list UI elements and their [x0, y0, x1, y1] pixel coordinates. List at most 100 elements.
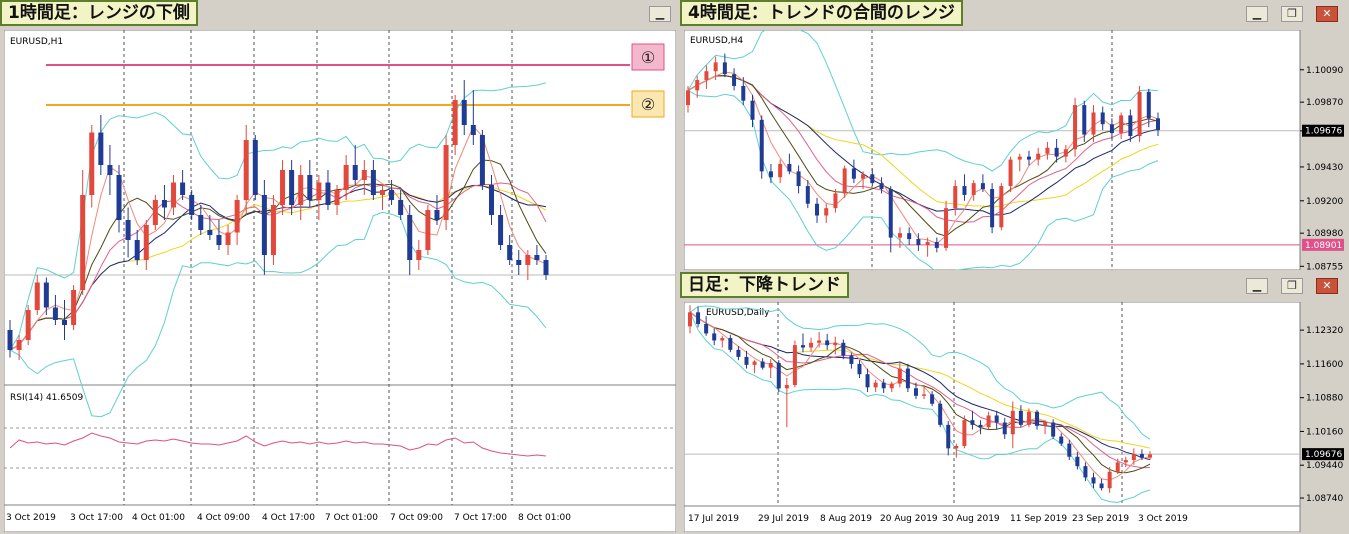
- candle-body: [207, 230, 213, 235]
- candle-body: [1075, 456, 1080, 467]
- h1-chart[interactable]: EURUSD,H1 ① ② RSI(14) 41.6509 3 Oct 2019…: [4, 30, 676, 532]
- candle-body: [252, 140, 258, 195]
- candle-body: [990, 189, 995, 228]
- minimize-button[interactable]: ▁: [1246, 278, 1268, 294]
- candle-body: [488, 185, 494, 215]
- h4-window-title: 4時間足：トレンドの合間のレンジ: [680, 0, 963, 26]
- candle-body: [978, 424, 983, 428]
- minimize-button[interactable]: ▁: [1246, 6, 1268, 22]
- candle-body: [479, 135, 485, 185]
- current-price-label: 1.09676: [1305, 450, 1342, 460]
- restore-button[interactable]: ❐: [1281, 278, 1303, 294]
- candle-body: [1119, 115, 1124, 134]
- close-button[interactable]: ✕: [1316, 278, 1338, 294]
- candle-body: [744, 356, 749, 365]
- candle-body: [954, 445, 959, 449]
- candle-body: [1073, 105, 1078, 150]
- candle-body: [696, 312, 701, 325]
- x-tick-label: 7 Oct 17:00: [454, 513, 507, 523]
- candle-body: [1091, 112, 1096, 135]
- candle-body: [913, 388, 918, 396]
- candle-body: [261, 195, 267, 255]
- x-tick-label: 17 Jul 2019: [688, 514, 739, 524]
- candle-body: [461, 100, 467, 125]
- close-button[interactable]: ✕: [1316, 6, 1338, 22]
- candle-body: [407, 215, 413, 260]
- candle-body: [1036, 153, 1041, 160]
- candle-body: [986, 415, 991, 428]
- candle-body: [720, 338, 725, 341]
- y-tick-label: 1.09200: [1306, 197, 1343, 207]
- candle-body: [343, 165, 349, 190]
- x-tick-label: 3 Oct 2019: [6, 513, 56, 523]
- candle-body: [1054, 147, 1059, 157]
- candle-body: [1131, 453, 1136, 461]
- candle-body: [925, 242, 930, 245]
- candle-body: [379, 190, 385, 195]
- candle-body: [125, 220, 131, 240]
- candle-body: [71, 290, 77, 325]
- candle-body: [1035, 411, 1040, 426]
- h1-window-titlebar[interactable]: 1時間足：レンジの下側 ▁: [0, 0, 677, 26]
- candle-body: [98, 132, 104, 165]
- daily-chart[interactable]: EURUSD,Daily 1.123201.116001.108801.1016…: [684, 302, 1348, 532]
- candle-body: [243, 140, 249, 200]
- candle-body: [352, 165, 358, 180]
- y-tick-label: 1.08755: [1306, 262, 1343, 270]
- candle-body: [873, 382, 878, 388]
- candle-body: [25, 310, 31, 340]
- candle-body: [516, 260, 522, 265]
- daily-window-titlebar[interactable]: 日足：下降トレンド ▁ ❐ ✕: [680, 272, 1349, 298]
- candle-body: [1043, 422, 1048, 426]
- candle-body: [1148, 454, 1152, 458]
- h4-window-titlebar[interactable]: 4時間足：トレンドの合間のレンジ ▁ ❐ ✕: [680, 0, 1349, 26]
- candle-body: [907, 233, 912, 240]
- candle-body: [1045, 147, 1050, 154]
- h1-symbol-label: EURUSD,H1: [10, 37, 63, 47]
- candle-body: [768, 171, 773, 178]
- candle-body: [534, 255, 540, 260]
- candle-body: [980, 183, 985, 190]
- candle-body: [298, 175, 304, 205]
- candle-body: [416, 250, 422, 260]
- candle-body: [686, 90, 690, 106]
- candle-body: [934, 242, 939, 248]
- candle-body: [1107, 471, 1112, 489]
- candle-body: [881, 382, 886, 389]
- candle-body: [1010, 410, 1015, 435]
- candle-body: [361, 170, 367, 180]
- candle-body: [1051, 422, 1056, 437]
- candle-body: [944, 208, 949, 248]
- y-tick-label: 1.12320: [1306, 326, 1343, 336]
- y-tick-label: 1.08980: [1306, 229, 1343, 239]
- candle-body: [1128, 115, 1133, 137]
- y-tick-label: 1.10090: [1306, 66, 1343, 76]
- candle-body: [962, 420, 967, 446]
- x-tick-label: 4 Oct 01:00: [132, 513, 185, 523]
- x-tick-label: 11 Sep 2019: [1010, 514, 1067, 524]
- candle-body: [152, 200, 158, 225]
- candle-body: [870, 174, 875, 184]
- candle-body: [1100, 112, 1105, 125]
- y-tick-label: 1.10160: [1306, 427, 1343, 437]
- x-tick-label: 3 Oct 17:00: [70, 513, 123, 523]
- candle-body: [1002, 422, 1007, 435]
- candle-body: [171, 182, 177, 208]
- candle-body: [688, 312, 692, 327]
- candle-body: [922, 394, 927, 396]
- y-tick-label: 1.09870: [1306, 98, 1343, 108]
- annotation-1-label: ①: [641, 48, 655, 67]
- candle-body: [498, 215, 504, 245]
- candle-body: [1008, 159, 1013, 187]
- minimize-button[interactable]: ▁: [649, 6, 671, 22]
- candle-body: [180, 182, 186, 195]
- restore-button[interactable]: ❐: [1281, 6, 1303, 22]
- candle-body: [525, 255, 531, 265]
- candle-body: [833, 193, 838, 209]
- h4-chart[interactable]: EURUSD,H4 1.100901.098701.096751.094301.…: [684, 30, 1348, 270]
- h1-window-title: 1時間足：レンジの下側: [0, 0, 198, 26]
- candle-body: [1139, 453, 1144, 458]
- candle-body: [946, 424, 951, 449]
- candle-body: [1123, 460, 1128, 463]
- x-tick-label: 7 Oct 09:00: [390, 513, 443, 523]
